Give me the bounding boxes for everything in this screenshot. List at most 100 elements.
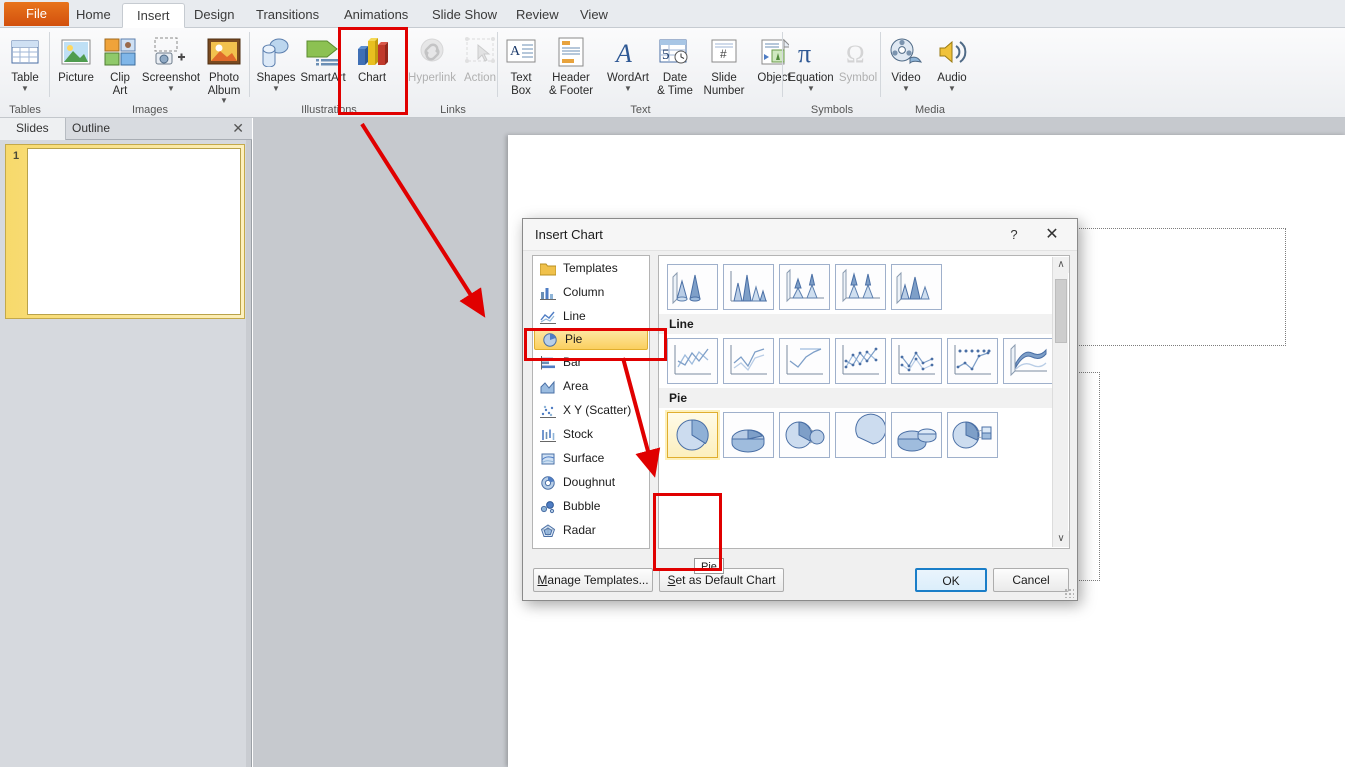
- group-label-symbols: Symbols: [810, 104, 854, 116]
- category-column[interactable]: Column: [533, 280, 649, 304]
- slide-number-label: 1: [13, 150, 20, 162]
- chart-type-thumbnail[interactable]: [667, 255, 718, 256]
- chevron-down-icon[interactable]: ▼: [250, 84, 302, 93]
- category-radar[interactable]: Radar: [533, 518, 649, 542]
- chevron-down-icon[interactable]: ▼: [140, 84, 202, 93]
- chart-type-thumbnail[interactable]: [947, 338, 998, 384]
- chart-type-thumbnail[interactable]: [779, 255, 830, 256]
- tab-animations[interactable]: Animations: [330, 3, 422, 28]
- header-footer-button[interactable]: Header & Footer: [540, 32, 602, 97]
- chart-type-thumbnail[interactable]: [947, 255, 998, 256]
- chart-type-thumbnail[interactable]: [835, 412, 887, 458]
- equation-icon: π: [783, 32, 839, 72]
- folder-icon: [539, 260, 557, 276]
- slides-pane-scrollbar[interactable]: [246, 140, 251, 767]
- wordart-button[interactable]: A WordArt ▼: [602, 32, 654, 93]
- chevron-down-icon[interactable]: ▼: [881, 84, 931, 93]
- chevron-down-icon[interactable]: ▼: [0, 84, 51, 93]
- chart-type-thumbnail[interactable]: [1003, 255, 1054, 256]
- slide-thumbnail-1[interactable]: 1: [5, 144, 245, 319]
- header-footer-icon: [540, 32, 602, 72]
- screenshot-button[interactable]: Screenshot ▼: [140, 32, 202, 93]
- close-icon[interactable]: ✕: [1037, 223, 1067, 247]
- chart-type-pie-2d[interactable]: [665, 410, 720, 460]
- category-line[interactable]: Line: [533, 304, 649, 328]
- group-label-text: Text: [630, 104, 651, 116]
- category-templates[interactable]: Templates: [533, 256, 649, 280]
- tab-design[interactable]: Design: [180, 3, 248, 28]
- chart-type-thumbnail[interactable]: [835, 264, 886, 310]
- tab-review[interactable]: Review: [502, 3, 573, 28]
- tab-slide-show[interactable]: Slide Show: [418, 3, 511, 28]
- clip-art-button[interactable]: Clip Art: [94, 32, 146, 97]
- chevron-down-icon[interactable]: ▼: [602, 84, 654, 93]
- symbol-label: Symbol: [838, 72, 878, 84]
- chart-type-thumbnail[interactable]: [667, 338, 718, 384]
- chart-type-thumbnail[interactable]: [779, 264, 830, 310]
- audio-icon: [927, 32, 977, 72]
- equation-button[interactable]: π Equation ▼: [783, 32, 839, 93]
- photo-album-icon: [198, 32, 250, 72]
- video-button[interactable]: Video ▼: [881, 32, 931, 93]
- ok-button[interactable]: OK: [915, 568, 987, 592]
- text-box-button[interactable]: A Text Box: [498, 32, 544, 97]
- table-button[interactable]: Table ▼: [0, 32, 51, 93]
- chart-type-thumbnail[interactable]: [891, 255, 942, 256]
- chart-type-thumbnail[interactable]: [723, 338, 774, 384]
- tab-transitions[interactable]: Transitions: [242, 3, 333, 28]
- dialog-title-bar: Insert Chart ? ✕: [523, 219, 1077, 251]
- chart-type-thumbnail[interactable]: [891, 338, 942, 384]
- category-x-y-scatter[interactable]: X Y (Scatter): [533, 398, 649, 422]
- clip-art-label: Clip: [110, 72, 130, 84]
- tab-insert[interactable]: Insert: [122, 3, 185, 28]
- scroll-up-icon[interactable]: ∧: [1053, 257, 1069, 273]
- ribbon-group-media: Video ▼ Audio ▼ Media: [881, 28, 979, 117]
- group-label-media: Media: [915, 104, 945, 116]
- chart-type-thumbnail[interactable]: [667, 264, 718, 310]
- chart-type-thumbnail[interactable]: [1003, 338, 1054, 384]
- chart-type-thumbnail[interactable]: [891, 264, 942, 310]
- chart-type-thumbnail[interactable]: [835, 255, 886, 256]
- tab-home[interactable]: Home: [62, 3, 125, 28]
- category-label: Templates: [563, 261, 618, 275]
- chart-type-thumbnail[interactable]: [947, 412, 998, 458]
- category-label: Radar: [563, 523, 596, 537]
- chart-type-thumbnail[interactable]: [723, 264, 774, 310]
- ribbon-group-tables: Table ▼ Tables: [0, 28, 50, 117]
- help-icon[interactable]: ?: [1003, 225, 1025, 245]
- category-bubble[interactable]: Bubble: [533, 494, 649, 518]
- chart-type-thumbnail[interactable]: [779, 338, 830, 384]
- gallery-scrollbar[interactable]: ∧ ∨: [1052, 257, 1069, 547]
- close-icon[interactable]: ✕: [232, 121, 244, 136]
- category-surface[interactable]: Surface: [533, 446, 649, 470]
- cancel-button[interactable]: Cancel: [993, 568, 1069, 592]
- table-label: Table: [11, 72, 39, 84]
- scroll-down-icon[interactable]: ∨: [1053, 531, 1069, 547]
- chevron-down-icon[interactable]: ▼: [783, 84, 839, 93]
- chart-type-thumbnail[interactable]: [891, 412, 942, 458]
- photo-album-button[interactable]: Photo Album ▼: [198, 32, 250, 105]
- category-doughnut[interactable]: Doughnut: [533, 470, 649, 494]
- category-label: Line: [563, 309, 586, 323]
- ribbon-group-links: Hyperlink Action Links: [408, 28, 498, 117]
- tab-outline[interactable]: Outline: [56, 118, 126, 140]
- chart-category-list[interactable]: Templates Column Line Pie Bar Area X Y (Scatte…: [532, 255, 650, 549]
- manage-templates-button[interactable]: Manage Templates...: [533, 568, 653, 592]
- ribbon: File Home Insert Design Transitions Animation…: [0, 0, 1345, 118]
- date-time-button[interactable]: 5 Date & Time: [650, 32, 700, 97]
- tab-view[interactable]: View: [566, 3, 622, 28]
- chart-type-thumbnail[interactable]: [779, 412, 830, 458]
- category-stock[interactable]: Stock: [533, 422, 649, 446]
- audio-button[interactable]: Audio ▼: [927, 32, 977, 93]
- date-time-label: Date: [662, 72, 688, 84]
- chart-type-thumbnail[interactable]: [835, 338, 886, 384]
- tab-file[interactable]: File: [4, 2, 69, 26]
- slide-number-icon: #: [696, 32, 752, 72]
- scrollbar-thumb[interactable]: [1055, 279, 1067, 343]
- chevron-down-icon[interactable]: ▼: [927, 84, 977, 93]
- resize-grip[interactable]: [1064, 588, 1074, 598]
- chart-type-thumbnail[interactable]: [723, 255, 774, 256]
- slide-number-button[interactable]: # Slide Number: [696, 32, 752, 97]
- category-area[interactable]: Area: [533, 374, 649, 398]
- chart-type-thumbnail[interactable]: [723, 412, 774, 458]
